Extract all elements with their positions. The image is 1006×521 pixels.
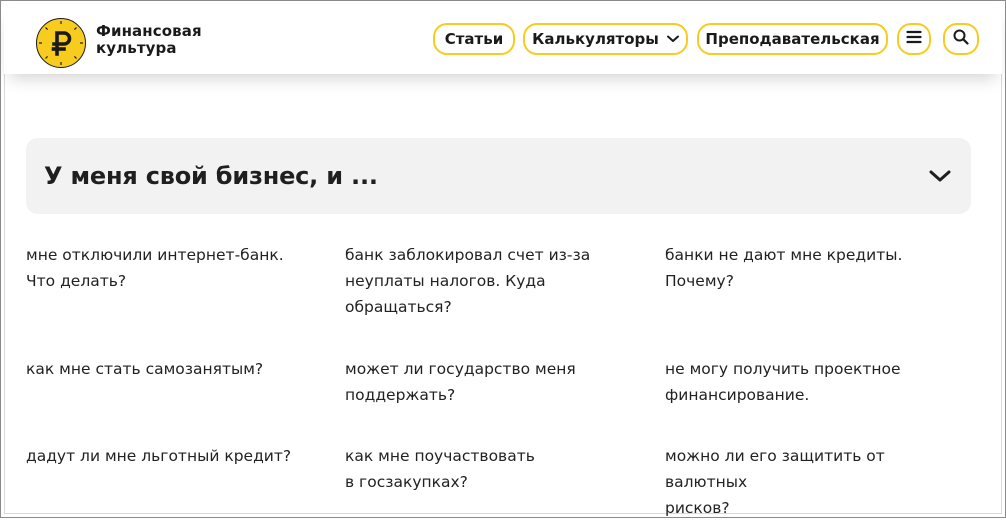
- question-line: дадут ли мне льготный кредит?: [26, 447, 292, 465]
- accordion-title: У меня свой бизнес, и ...: [44, 162, 378, 190]
- question-link[interactable]: банки не дают мне кредиты. Почему?: [665, 242, 955, 294]
- question-link[interactable]: банк заблокировал счет из-за неуплаты на…: [345, 242, 635, 320]
- question-line: банки не дают мне кредиты.: [665, 246, 903, 264]
- nav-teachers-button[interactable]: Преподавательская: [697, 23, 888, 55]
- question-line: Что делать?: [26, 272, 127, 290]
- question-line: обращаться?: [345, 298, 452, 316]
- question-line: рисков?: [665, 499, 730, 517]
- ruble-logo-icon[interactable]: [36, 18, 86, 68]
- question-link[interactable]: как мне поучаствовать в госзакупках?: [345, 443, 635, 495]
- nav-articles-button[interactable]: Статьи: [433, 23, 515, 55]
- brand-line-1: Финансовая: [96, 22, 202, 40]
- chevron-down-icon[interactable]: [927, 164, 953, 188]
- question-line: Почему?: [665, 272, 734, 290]
- nav-calculators-label: Калькуляторы: [532, 30, 659, 48]
- question-line: банк заблокировал счет из-за: [345, 246, 591, 264]
- question-link[interactable]: может ли государство меня поддержать?: [345, 356, 635, 408]
- chevron-down-icon: [666, 35, 679, 43]
- question-line: можно ли его защитить от валютных: [665, 447, 885, 491]
- nav-calculators-button[interactable]: Калькуляторы: [523, 23, 688, 55]
- question-line: финансирование.: [665, 386, 810, 404]
- search-icon: [953, 29, 969, 49]
- question-line: поддержать?: [345, 386, 456, 404]
- question-link[interactable]: как мне стать самозанятым?: [26, 356, 316, 382]
- brand-line-2: культура: [96, 39, 177, 57]
- question-line: неуплаты налогов. Куда: [345, 272, 546, 290]
- question-link[interactable]: можно ли его защитить от валютных рисков…: [665, 443, 955, 521]
- nav-teachers-label: Преподавательская: [705, 30, 880, 48]
- menu-button[interactable]: [897, 23, 931, 55]
- question-line: как мне стать самозанятым?: [26, 360, 264, 378]
- question-link[interactable]: не могу получить проектное финансировани…: [665, 356, 955, 408]
- menu-icon: [906, 30, 922, 48]
- accordion-header[interactable]: У меня свой бизнес, и ...: [26, 138, 971, 214]
- brand-name[interactable]: Финансовая культура: [96, 23, 202, 57]
- question-line: как мне поучаствовать: [345, 447, 535, 465]
- question-line: в госзакупках?: [345, 473, 468, 491]
- site-header: Финансовая культура Статьи Калькуляторы …: [4, 4, 1002, 74]
- question-line: может ли государство меня: [345, 360, 576, 378]
- question-line: мне отключили интернет-банк.: [26, 246, 284, 264]
- question-line: не могу получить проектное: [665, 360, 901, 378]
- search-button[interactable]: [943, 23, 979, 55]
- nav-articles-label: Статьи: [444, 30, 504, 48]
- question-link[interactable]: мне отключили интернет-банк. Что делать?: [26, 242, 316, 294]
- question-link[interactable]: дадут ли мне льготный кредит?: [26, 443, 316, 469]
